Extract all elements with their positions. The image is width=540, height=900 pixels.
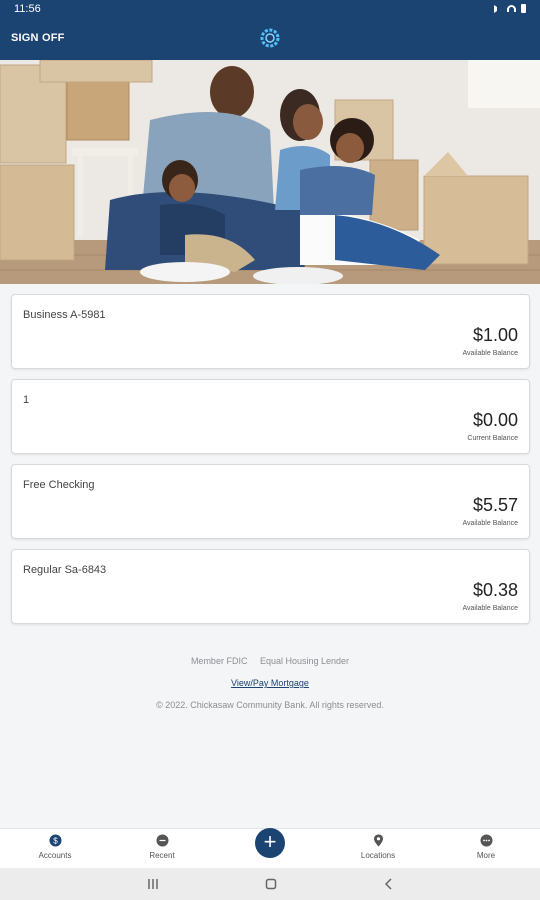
balance-type-label: Available Balance xyxy=(462,520,518,527)
account-name: Free Checking xyxy=(23,479,95,491)
copyright-text: © 2022. Chickasaw Community Bank. All ri… xyxy=(156,700,384,710)
nav-locations-label: Locations xyxy=(360,851,396,860)
recent-icon xyxy=(156,834,168,847)
account-balance: $0.00 xyxy=(472,410,518,430)
location-pin-icon xyxy=(373,834,383,847)
recent-apps-icon[interactable] xyxy=(147,878,159,890)
nav-recent-label: Recent xyxy=(149,851,175,860)
accounts-icon: $ xyxy=(49,834,61,847)
account-name: Regular Sa-6843 xyxy=(23,564,107,576)
bank-logo-icon xyxy=(260,28,280,48)
account-balance: $5.57 xyxy=(472,495,518,515)
battery-icon xyxy=(521,4,526,13)
footer-info: Member FDIC Equal Housing Lender View/Pa… xyxy=(0,656,540,722)
account-name: Business A-5981 xyxy=(23,309,106,321)
account-balance: $1.00 xyxy=(472,325,518,345)
add-button[interactable]: + xyxy=(255,828,285,858)
nav-recent[interactable]: Recent xyxy=(122,829,202,869)
app-header: SIGN OFF xyxy=(0,17,540,60)
view-pay-mortgage-link[interactable]: View/Pay Mortgage xyxy=(231,678,309,688)
balance-type-label: Available Balance xyxy=(462,605,518,612)
balance-type-label: Current Balance xyxy=(467,435,518,442)
status-icons xyxy=(494,4,526,13)
sign-off-button[interactable]: SIGN OFF xyxy=(11,17,65,60)
nav-accounts-label: Accounts xyxy=(38,851,72,860)
svg-text:$: $ xyxy=(53,837,58,846)
account-card[interactable]: Business A-5981 $1.00 Available Balance xyxy=(11,294,530,369)
nav-accounts[interactable]: $ Accounts xyxy=(15,829,95,869)
nav-more-label: More xyxy=(476,851,496,860)
status-bar: 11:56 xyxy=(0,0,540,17)
back-icon[interactable] xyxy=(383,878,395,890)
account-balance: $0.38 xyxy=(472,580,518,600)
nav-more[interactable]: More xyxy=(446,829,526,869)
wifi-icon xyxy=(507,5,516,12)
more-icon xyxy=(480,834,492,847)
nav-locations[interactable]: Locations xyxy=(338,829,418,869)
equal-housing-text: Equal Housing Lender xyxy=(259,656,350,666)
balance-type-label: Available Balance xyxy=(462,350,518,357)
hero-family-photo xyxy=(0,60,540,284)
account-name: 1 xyxy=(23,394,30,406)
account-card[interactable]: 1 $0.00 Current Balance xyxy=(11,379,530,454)
mute-icon xyxy=(494,4,502,13)
account-card[interactable]: Free Checking $5.57 Available Balance xyxy=(11,464,530,539)
member-fdic-text: Member FDIC xyxy=(190,656,248,666)
account-card[interactable]: Regular Sa-6843 $0.38 Available Balance xyxy=(11,549,530,624)
system-nav-bar xyxy=(0,868,540,900)
status-time: 11:56 xyxy=(14,2,41,15)
home-icon[interactable] xyxy=(265,878,277,890)
bottom-nav: $ Accounts Recent + Locations More xyxy=(0,828,540,868)
